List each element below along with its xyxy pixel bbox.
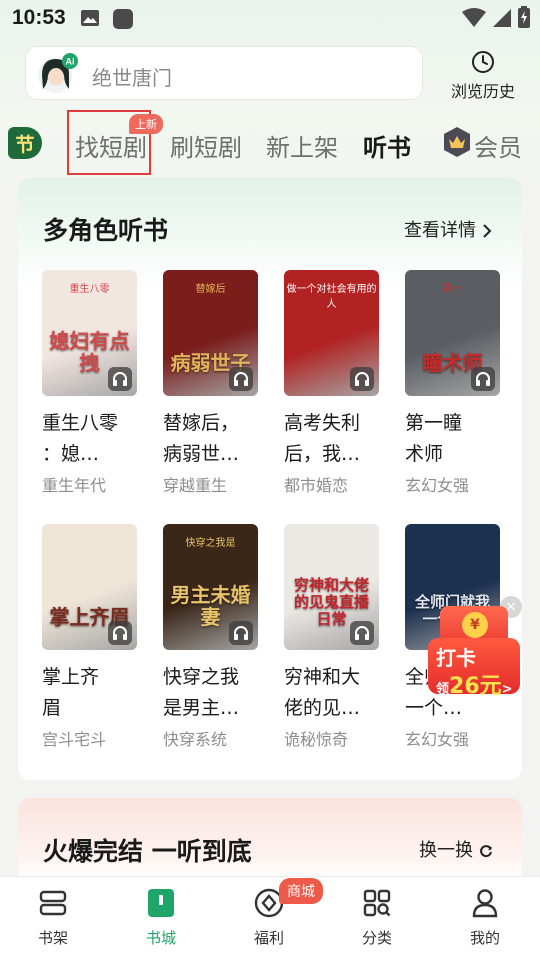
clock-icon: [472, 51, 494, 73]
tab-browse-short-drama[interactable]: 刷短剧: [170, 128, 242, 163]
tab-new-arrivals[interactable]: 新上架: [266, 128, 338, 163]
book-genre-tag: 重生年代: [42, 476, 107, 495]
nav-label: 我的: [469, 929, 500, 947]
nav-category[interactable]: 分类: [327, 877, 427, 960]
new-badge: 上新: [129, 114, 163, 134]
headphones-icon: [108, 367, 132, 391]
history-button[interactable]: 浏览历史: [443, 48, 523, 104]
bottom-nav: 书架 书城 福利 分类 我的: [0, 876, 540, 960]
checkin-prefix: 领: [436, 682, 450, 697]
nav-label: 书架: [37, 929, 68, 947]
cover-subtitle: 重生八零: [69, 284, 110, 295]
book-title: 替嫁后， 病弱世…: [163, 412, 240, 465]
book-genre-tag: 快穿系统: [163, 730, 228, 749]
gallery-icon: [80, 8, 100, 32]
checkin-reward: 领26元>: [436, 668, 513, 700]
search-query: 绝世唐门: [92, 66, 172, 90]
app-status-icon: [112, 8, 134, 34]
headphones-icon: [350, 367, 374, 391]
cover-subtitle: 快穿之我是: [185, 538, 236, 549]
nav-profile[interactable]: 我的: [435, 877, 535, 960]
nav-bookstore[interactable]: 书城: [111, 877, 211, 960]
book-genre-tag: 都市婚恋: [284, 476, 349, 495]
headphones-icon: [471, 367, 495, 391]
search-input[interactable]: Ai 绝世唐门: [25, 46, 423, 100]
coin-icon: ¥: [462, 612, 488, 638]
ai-avatar-icon[interactable]: Ai: [36, 53, 78, 95]
status-bar: 10:53: [0, 0, 540, 38]
chevron-right-icon: [483, 224, 492, 238]
mall-badge: 商城: [279, 878, 323, 904]
book-title: 穷神和大 佬的见…: [284, 666, 361, 719]
view-details-link[interactable]: 查看详情: [404, 216, 492, 242]
book-cover[interactable]: 第一 瞳术师: [405, 270, 500, 396]
history-label: 浏览历史: [450, 82, 515, 101]
book-cover[interactable]: 穷神和大佬的见鬼直播日常: [284, 524, 379, 650]
nav-bookshelf[interactable]: 书架: [3, 877, 103, 960]
checkin-amount: 26元: [449, 674, 502, 699]
headphones-icon: [229, 621, 253, 645]
category-icon: [363, 889, 391, 917]
headphones-icon: [108, 621, 132, 645]
book-genre-tag: 玄幻女强: [405, 476, 470, 495]
checkin-suffix: >: [501, 682, 513, 697]
tab-membership[interactable]: 会员: [474, 128, 522, 163]
book-genre-tag: 宫斗宅斗: [42, 730, 107, 749]
book-cover[interactable]: 做一个对社会有用的人: [284, 270, 379, 396]
signal-icon: [492, 8, 512, 32]
book-title: 重生八零 ：媳…: [42, 412, 119, 465]
ai-badge: Ai: [66, 57, 75, 67]
hot-completed-section: 火爆完结 一听到底 换一换: [18, 798, 522, 888]
cover-subtitle: 第一: [442, 284, 463, 295]
nav-label: 福利: [253, 929, 284, 947]
refresh-icon: [479, 845, 492, 858]
bookstore-icon: [148, 889, 174, 917]
book-cover[interactable]: 重生八零 媳妇有点拽: [42, 270, 137, 396]
book-cover[interactable]: 快穿之我是 男主未婚妻: [163, 524, 258, 650]
book-title: 第一瞳 术师: [405, 412, 463, 465]
book-genre-tag: 玄幻女强: [405, 730, 470, 749]
battery-icon: [518, 6, 530, 32]
tab-audiobooks[interactable]: 听书: [363, 128, 411, 163]
refresh-label: 换一换: [419, 840, 473, 861]
book-cover[interactable]: 掌上齐眉: [42, 524, 137, 650]
cover-subtitle: 做一个对社会有用的人: [286, 284, 377, 310]
crown-icon[interactable]: [441, 126, 473, 158]
wifi-icon: [462, 8, 486, 32]
book-title: 掌上齐 眉: [42, 666, 100, 719]
profile-icon: [472, 889, 498, 918]
checkin-title: 打卡: [436, 646, 476, 670]
section-title: 多角色听书: [43, 216, 169, 245]
section2-title: 火爆完结 一听到底: [43, 837, 252, 866]
bookshelf-icon: [39, 890, 67, 916]
headphones-icon: [229, 367, 253, 391]
book-cover[interactable]: 替嫁后 病弱世子: [163, 270, 258, 396]
book-title: 快穿之我 是男主…: [163, 666, 240, 719]
nav-label: 书城: [145, 929, 176, 947]
book-genre-tag: 诡秘惊奇: [284, 730, 349, 749]
view-details-label: 查看详情: [404, 220, 476, 241]
cover-subtitle: 替嫁后: [195, 284, 226, 295]
status-time: 10:53: [12, 6, 66, 29]
refresh-button[interactable]: 换一换: [419, 836, 493, 862]
festival-badge-text: 节: [15, 133, 35, 156]
headphones-icon: [350, 621, 374, 645]
book-genre-tag: 穿越重生: [163, 476, 228, 495]
nav-label: 分类: [361, 929, 392, 947]
book-title: 高考失利 后，我…: [284, 412, 361, 465]
checkin-reward-float[interactable]: ¥ 打卡 领26元>: [428, 606, 520, 699]
festival-tab-badge[interactable]: 节: [8, 127, 42, 159]
